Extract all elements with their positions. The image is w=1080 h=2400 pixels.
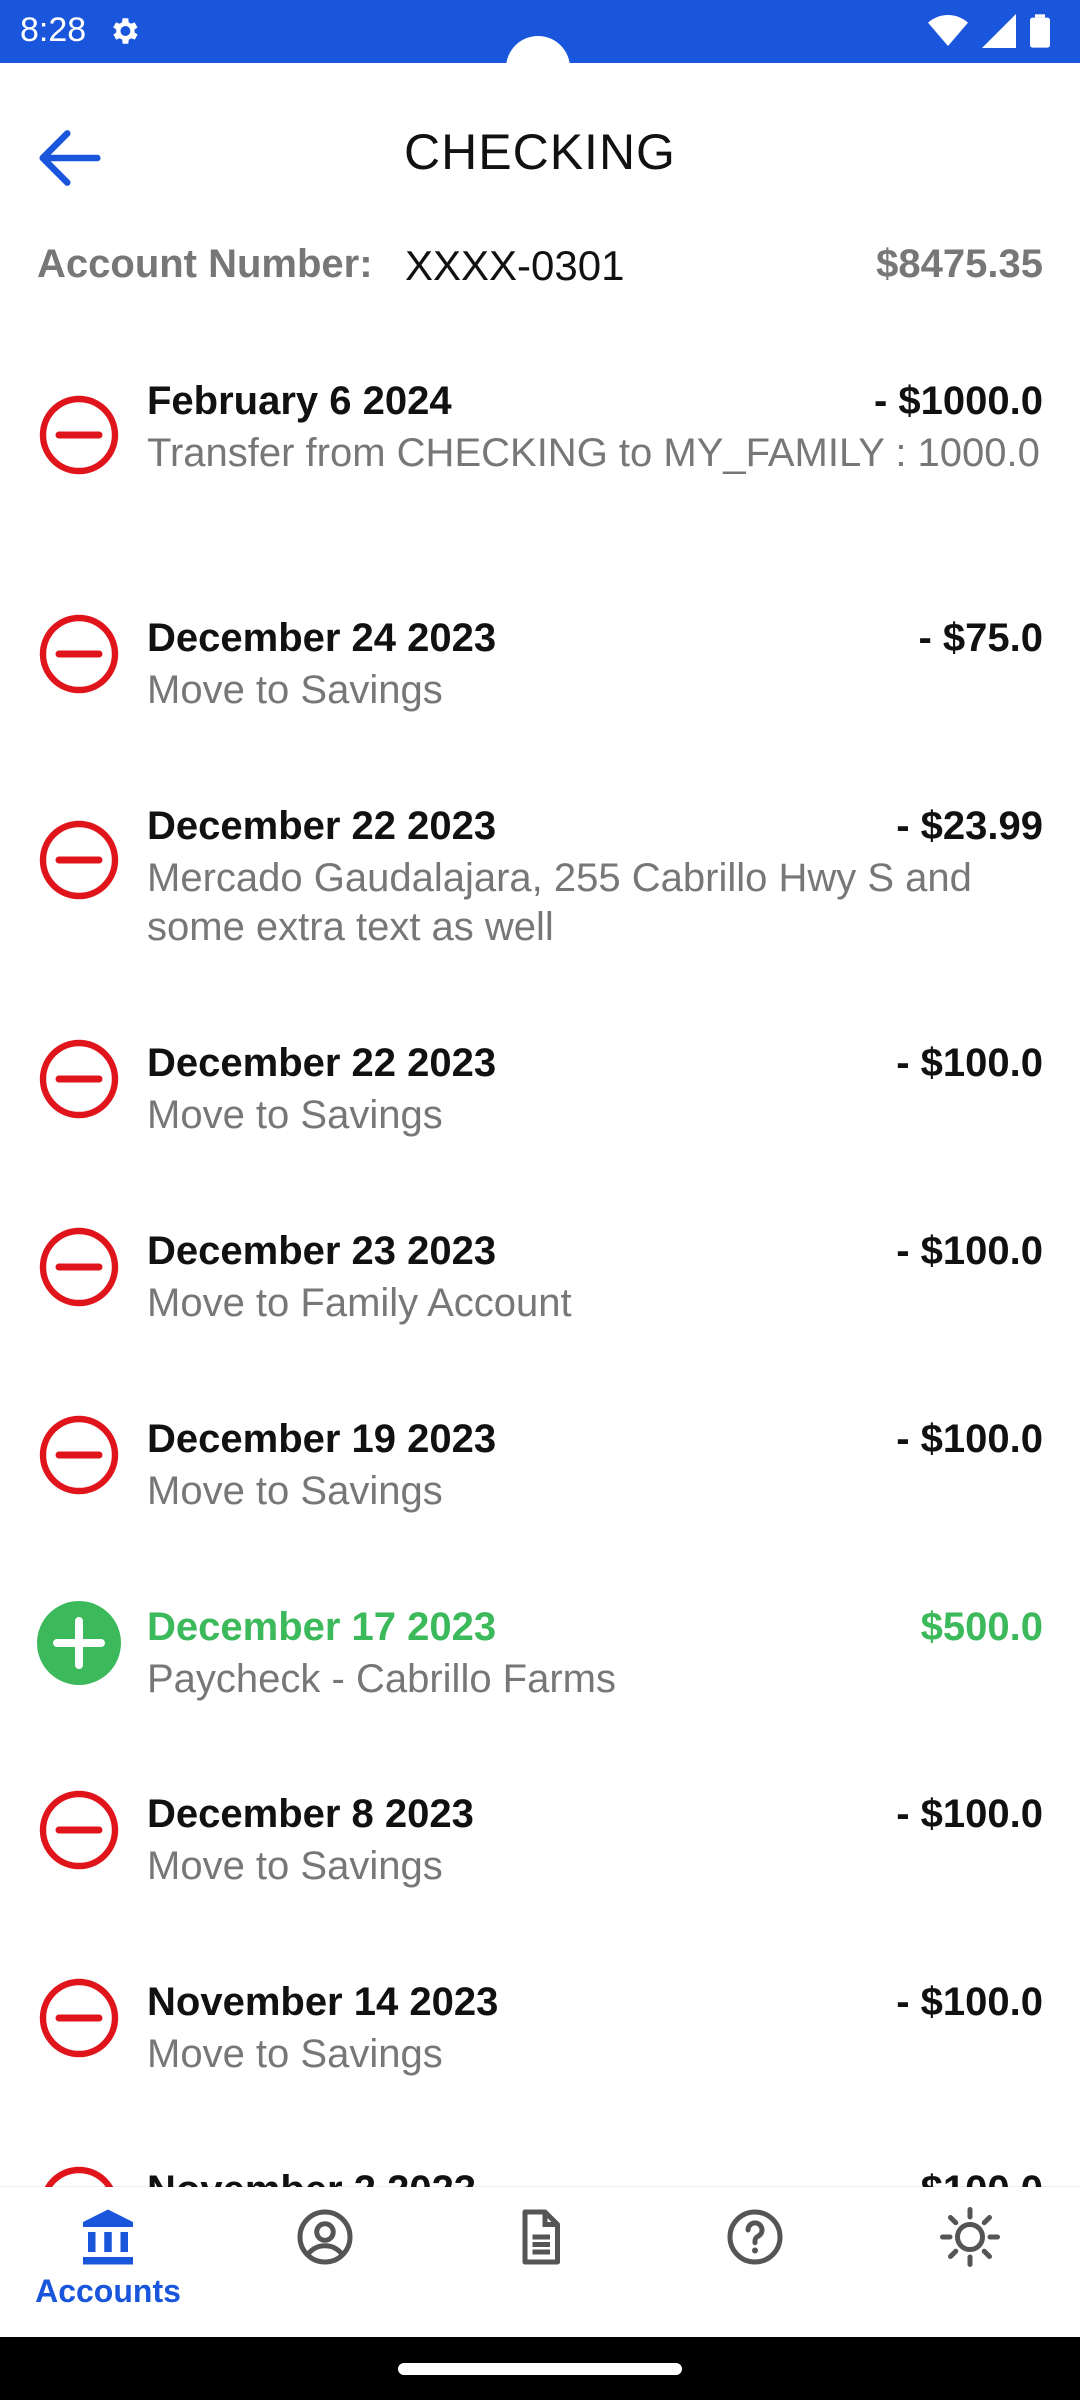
transaction-amount: - $75.0	[918, 616, 1043, 660]
minus-circle-icon	[39, 820, 119, 900]
status-bar: 8:28	[0, 0, 1080, 100]
transaction-row[interactable]: November 14 2023- $100.0 Move to Savings	[0, 1974, 1080, 2079]
profile-icon	[297, 2209, 353, 2265]
transaction-description: Move to Savings	[147, 1844, 443, 1888]
account-number: XXXX-0301	[405, 242, 625, 289]
transaction-description: Move to Family Account	[147, 1281, 572, 1325]
transaction-list[interactable]: February 6 2024- $1000.0 Transfer from CH…	[0, 340, 1080, 2187]
nav-item-theme[interactable]	[880, 2207, 1060, 2327]
transaction-amount: - $100.0	[896, 1041, 1043, 1085]
status-time: 8:28	[20, 11, 87, 49]
document-icon	[522, 2209, 560, 2265]
bank-icon	[83, 2209, 133, 2265]
signal-icon	[982, 14, 1016, 48]
transaction-row[interactable]: December 17 2023 $500.0 Paycheck - Cabrill…	[0, 1599, 1080, 1704]
transaction-amount: - $100.0	[896, 1792, 1043, 1836]
app-bar: CHECKING	[0, 63, 1080, 243]
transaction-row[interactable]: December 23 2023- $100.0 Move to Family A…	[0, 1223, 1080, 1328]
transaction-description: Paycheck - Cabrillo Farms	[147, 1657, 617, 1701]
transaction-date: December 17 2023	[147, 1605, 497, 1649]
transaction-amount: - $100.0	[896, 1229, 1043, 1273]
nav-item-help[interactable]	[665, 2207, 845, 2327]
nav-label-accounts: Accounts	[35, 2273, 181, 2309]
wifi-icon	[928, 15, 968, 46]
minus-circle-icon	[39, 614, 119, 694]
plus-circle-icon	[37, 1601, 121, 1685]
minus-circle-icon	[44, 2166, 114, 2187]
transaction-amount: $500.0	[920, 1605, 1043, 1649]
transaction-row[interactable]: December 22 2023- $23.99 Mercado Gaudalaj…	[0, 798, 1080, 952]
transaction-description: Move to Savings	[147, 668, 443, 712]
transaction-description: Move to Savings	[147, 1469, 443, 1513]
transaction-amount: - $100.0	[896, 1417, 1043, 1461]
help-icon	[727, 2209, 783, 2265]
minus-circle-icon	[39, 1790, 119, 1870]
transaction-amount: - $100.0	[896, 2162, 1043, 2187]
page-title: CHECKING	[404, 124, 676, 180]
account-balance: $8475.35	[876, 242, 1043, 286]
transaction-row[interactable]: December 19 2023- $100.0 Move to Savings	[0, 1411, 1080, 1516]
transaction-description: Mercado Gaudalajara, 255 Cabrillo Hwy S …	[147, 856, 972, 949]
transaction-description: Move to Savings	[147, 2032, 443, 2076]
transaction-row[interactable]: November 2 2023- $100.0	[0, 2162, 1080, 2187]
transaction-row[interactable]: December 22 2023- $100.0 Move to Savings	[0, 1035, 1080, 1140]
transaction-amount: - $100.0	[896, 1980, 1043, 2024]
nav-item-documents[interactable]	[450, 2207, 630, 2327]
status-icons	[928, 14, 1050, 48]
account-summary: Account Number: XXXX-0301 $8475.35	[0, 238, 1080, 298]
home-indicator[interactable]	[398, 2363, 682, 2375]
nav-item-accounts[interactable]: Accounts	[18, 2207, 198, 2327]
minus-circle-icon	[39, 1415, 119, 1495]
transaction-amount: - $23.99	[896, 804, 1043, 848]
minus-circle-icon	[39, 395, 119, 475]
minus-circle-icon	[39, 1227, 119, 1307]
account-number-label: Account Number:	[37, 242, 373, 286]
brightness-icon	[940, 2207, 1000, 2267]
gear-icon	[113, 18, 138, 44]
bottom-navigation: Accounts	[0, 2187, 1080, 2337]
transaction-row[interactable]: December 24 2023 - $75.0 Move to Savings	[0, 610, 1080, 715]
minus-circle-icon	[39, 1039, 119, 1119]
transaction-amount: - $1000.0	[873, 379, 1043, 423]
transaction-date: December 24 2023	[147, 616, 497, 660]
nav-item-profile[interactable]	[235, 2207, 415, 2327]
battery-icon	[1030, 14, 1050, 48]
transaction-description: Transfer from CHECKING to MY_FAMILY : 10…	[147, 431, 1040, 475]
minus-circle-icon	[39, 1978, 119, 2058]
gesture-bar	[0, 2337, 1080, 2400]
transaction-row[interactable]: December 8 2023- $100.0 Move to Savings	[0, 1786, 1080, 1891]
transaction-row[interactable]: February 6 2024- $1000.0 Transfer from CH…	[0, 373, 1080, 478]
transaction-description: Move to Savings	[147, 1093, 443, 1137]
